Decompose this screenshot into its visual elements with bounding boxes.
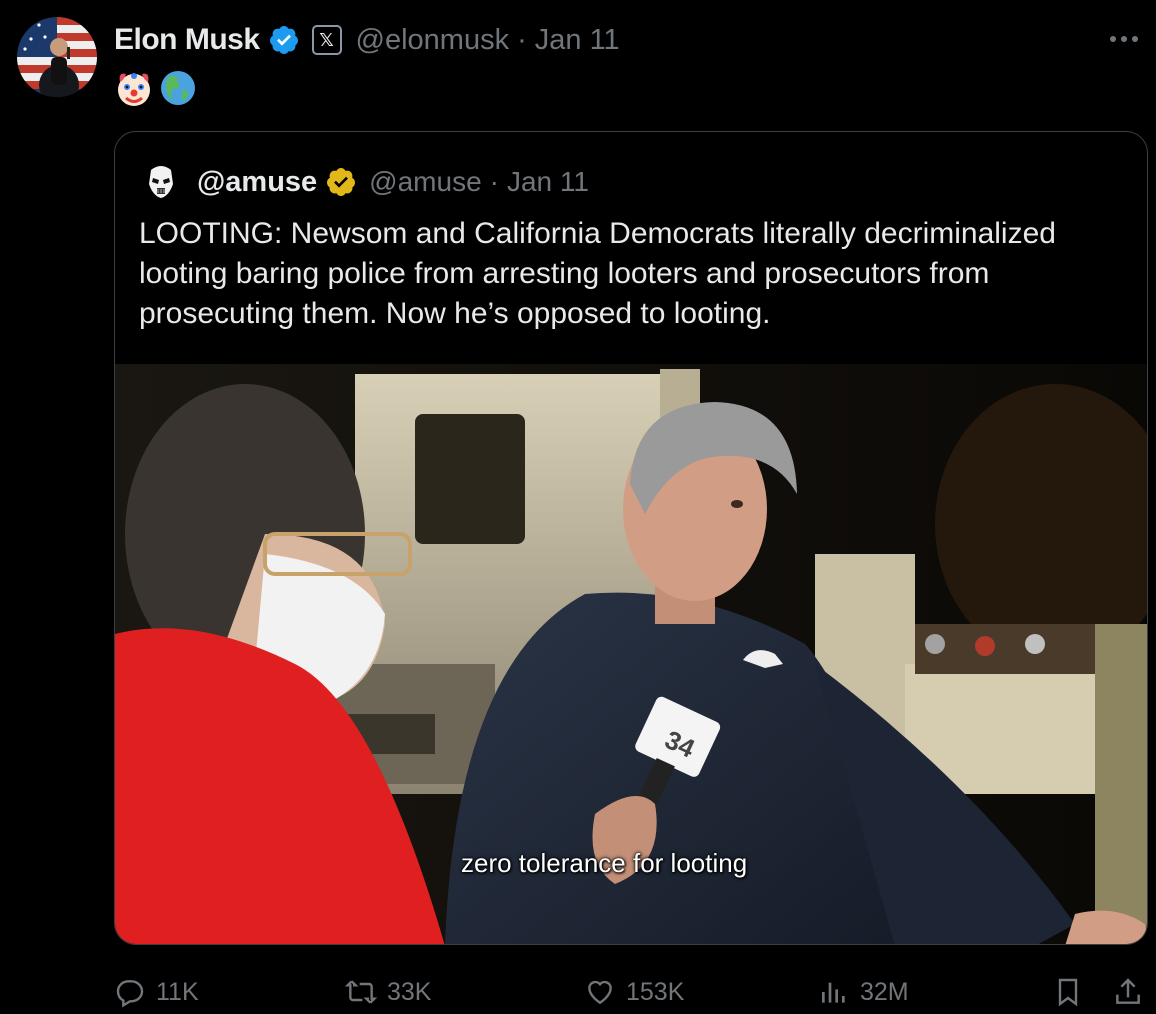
quoted-tweet[interactable]: @amuse @amuse · Jan 11 LOOTING: Newsom a… [114, 131, 1148, 945]
verified-badge-icon [269, 26, 298, 54]
views-button[interactable]: 32M [818, 965, 909, 1014]
repost-icon [345, 980, 377, 1004]
stormtrooper-avatar [139, 160, 183, 204]
reply-icon [116, 980, 144, 1008]
tweet-header: Elon Musk 𝕏 @elonmusk · Jan 11 [114, 20, 620, 60]
like-button[interactable]: 153K [584, 965, 684, 1014]
x-affiliation-icon: 𝕏 [311, 25, 342, 55]
tweet-date[interactable]: Jan 11 [535, 24, 620, 57]
tweet-text [114, 66, 198, 110]
action-bar: 11K 33K 153K 32M [0, 965, 1156, 1014]
author-name[interactable]: Elon Musk [114, 23, 260, 57]
heart-icon [588, 980, 612, 1005]
quoted-handle[interactable]: @amuse [369, 166, 481, 198]
more-dots [1110, 36, 1138, 42]
video-subtitle: zero tolerance for looting [461, 848, 748, 878]
repost-button[interactable]: 33K [345, 965, 431, 1014]
views-count: 32M [860, 977, 909, 1006]
bookmark-icon [1058, 978, 1078, 1007]
reply-count: 11K [156, 977, 199, 1006]
share-icon [1116, 978, 1140, 1004]
dot-separator: · [489, 166, 499, 197]
views-icon [822, 982, 845, 1003]
quoted-header: @amuse @amuse · Jan 11 [139, 160, 589, 204]
clown-face-icon [118, 73, 150, 106]
quoted-author-name[interactable]: @amuse [197, 166, 317, 199]
dot-separator: · [517, 23, 527, 56]
video-player[interactable]: 34 zero tolerance for looting [115, 364, 1147, 944]
reply-button[interactable]: 11K [114, 965, 199, 1014]
quoted-avatar[interactable] [139, 160, 183, 204]
author-handle[interactable]: @elonmusk [356, 24, 510, 57]
avatar-image [17, 17, 97, 97]
share-button[interactable] [1112, 965, 1144, 1014]
like-count: 153K [626, 977, 685, 1006]
quoted-text: LOOTING: Newsom and California Democrats… [139, 217, 1056, 330]
repost-count: 33K [387, 977, 432, 1006]
more-icon[interactable] [1104, 24, 1144, 54]
globe-americas-icon [161, 71, 195, 105]
bookmark-button[interactable] [1052, 965, 1084, 1014]
gold-verified-badge-icon [327, 168, 356, 196]
quoted-date[interactable]: Jan 11 [507, 166, 589, 198]
author-avatar[interactable] [17, 17, 97, 97]
